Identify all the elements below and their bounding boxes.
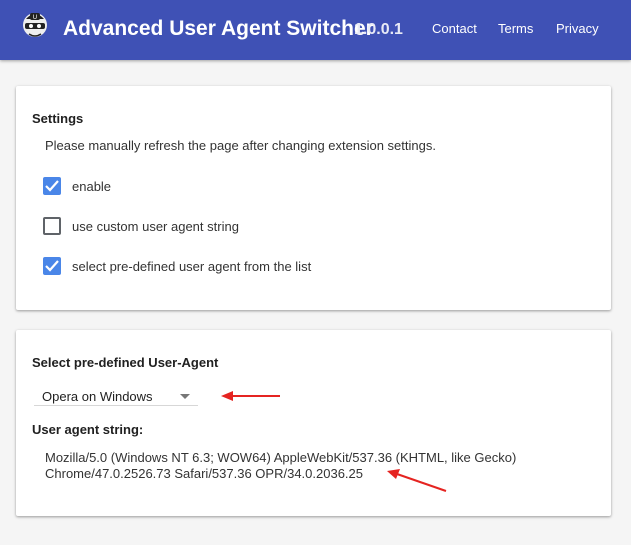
- ua-string-line: Mozilla/5.0 (Windows NT 6.3; WOW64) Appl…: [45, 450, 517, 465]
- svg-text:U: U: [33, 14, 37, 21]
- custom-ua-checkbox[interactable]: [43, 217, 61, 235]
- predefined-heading: Select pre-defined User-Agent: [32, 355, 219, 370]
- nav-privacy-link[interactable]: Privacy: [556, 21, 599, 36]
- predefined-ua-checkbox[interactable]: [43, 257, 61, 275]
- checkmark-icon: [45, 260, 59, 272]
- enable-checkbox[interactable]: [43, 177, 61, 195]
- predefined-ua-label: select pre-defined user agent from the l…: [72, 259, 312, 274]
- ua-string-heading: User agent string:: [32, 422, 144, 437]
- nav-terms-link[interactable]: Terms: [498, 21, 533, 36]
- refresh-note: Please manually refresh the page after c…: [45, 138, 436, 153]
- nav-contact-link[interactable]: Contact: [432, 21, 477, 36]
- enable-label: enable: [72, 179, 112, 194]
- user-agent-select[interactable]: Opera on Windows: [34, 386, 198, 406]
- settings-card: Settings Please manually refresh the pag…: [16, 86, 611, 310]
- top-app-bar: U Advanced User Agent Switcher 1.0.0.1 C…: [0, 0, 631, 60]
- ua-string-value: Mozilla/5.0 (Windows NT 6.3; WOW64) Appl…: [45, 450, 585, 482]
- app-version: 1.0.0.1: [354, 21, 403, 38]
- checkmark-icon: [45, 180, 59, 192]
- settings-heading: Settings: [32, 111, 84, 126]
- dropdown-caret-icon: [180, 394, 190, 399]
- selected-user-agent: Opera on Windows: [42, 389, 153, 404]
- incognito-logo-icon: U: [23, 13, 47, 37]
- custom-ua-label: use custom user agent string: [72, 219, 239, 234]
- ua-string-line: Chrome/47.0.2526.73 Safari/537.36 OPR/34…: [45, 466, 363, 481]
- app-title: Advanced User Agent Switcher: [63, 17, 374, 40]
- user-agent-card: Select pre-defined User-Agent Opera on W…: [16, 330, 611, 516]
